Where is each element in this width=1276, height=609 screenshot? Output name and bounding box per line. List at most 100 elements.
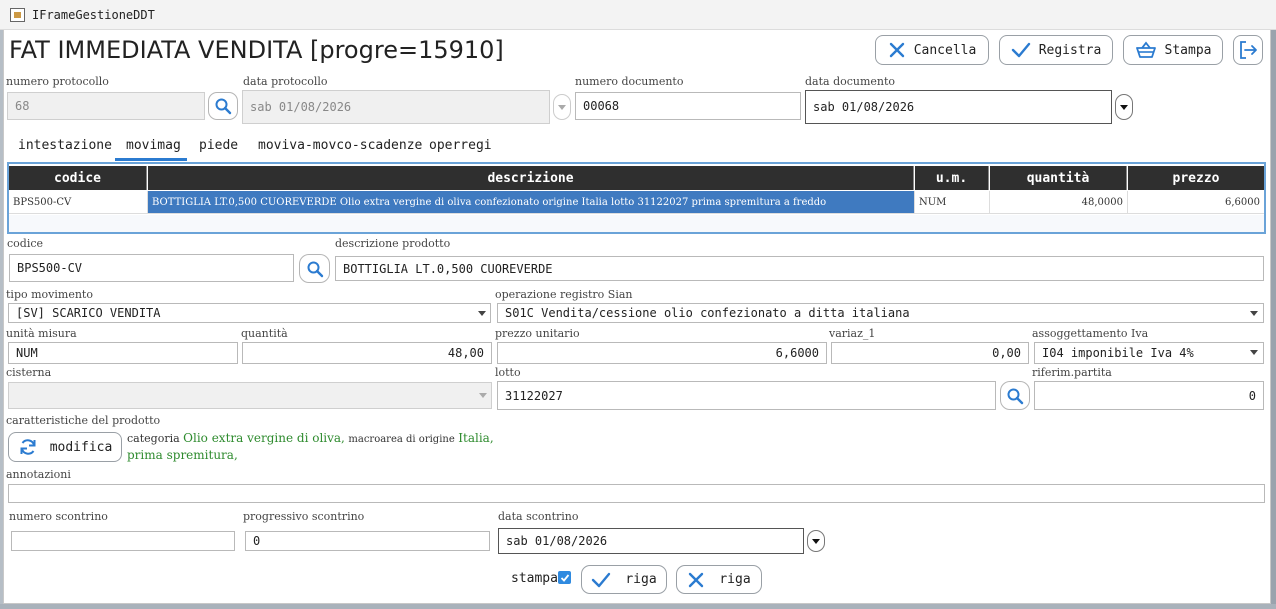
caratteristiche-label: caratteristiche del prodotto [6,414,161,427]
basket-icon [1135,41,1156,58]
data-documento-label: data documento [805,75,896,88]
tipo-movimento-value: [SV] SCARICO VENDITA [16,306,161,320]
tipo-movimento-label: tipo movimento [6,288,93,301]
unita-misura-label: unità misura [6,327,77,340]
unita-misura-field[interactable]: NUM [8,342,238,364]
descrizione-prodotto-label: descrizione prodotto [335,237,451,250]
data-protocollo-dropdown[interactable] [553,94,571,120]
cisterna-label: cisterna [6,366,52,379]
codice-search-button[interactable] [299,254,330,283]
column-header-codice[interactable]: codice [9,166,147,190]
operazione-sian-select[interactable]: S01C Vendita/cessione olio confezionato … [497,303,1264,323]
exit-button[interactable] [1233,35,1263,65]
cisterna-select[interactable] [8,382,492,409]
variaz-1-field[interactable]: 0,00 [831,342,1029,364]
numero-scontrino-label: numero scontrino [9,510,108,523]
app-icon [10,8,25,22]
riferim-partita-field[interactable]: 0 [1034,381,1264,410]
data-protocollo-field[interactable]: sab 01/08/2026 [242,90,550,124]
tipo-movimento-select[interactable]: [SV] SCARICO VENDITA [8,303,491,323]
check-icon [1011,42,1030,58]
codice-label: codice [7,237,44,250]
numero-scontrino-field[interactable] [11,531,235,551]
cancel-button-label: Cancella [913,42,977,58]
background-window [0,604,1276,609]
empty-row [9,215,1264,232]
stampa-checkbox[interactable] [558,571,571,584]
lotto-search-button[interactable] [1000,381,1030,410]
cancel-row-label: riga [719,572,751,587]
assoggettamento-iva-label: assoggettamento Iva [1032,327,1149,340]
exit-icon [1240,41,1257,59]
chevron-down-icon [1250,311,1258,316]
cell-um[interactable]: NUM [915,191,990,214]
protocol-search-button[interactable] [208,92,238,120]
data-documento-field[interactable]: sab 01/08/2026 [805,90,1112,124]
save-button[interactable]: Registra [999,35,1113,65]
active-tab-indicator [115,158,187,161]
operazione-sian-value: S01C Vendita/cessione olio confezionato … [505,306,910,320]
tab-moviva-movco-scadenze[interactable]: moviva-movco-scadenze [258,138,422,153]
cancel-row-button[interactable]: riga [676,565,762,594]
numero-documento-label: numero documento [575,75,684,88]
column-header-um[interactable]: u.m. [915,166,989,190]
cell-prezzo[interactable]: 6,6000 [1128,191,1264,214]
progressivo-scontrino-field[interactable]: 0 [245,531,490,551]
caratteristiche-extra: prima spremitura, [127,448,238,462]
prezzo-unitario-label: prezzo unitario [495,327,580,340]
tab-piede[interactable]: piede [199,138,238,153]
search-icon [1007,388,1024,404]
cell-quantita[interactable]: 48,0000 [990,191,1128,214]
data-scontrino-field[interactable]: sab 01/08/2026 [498,528,804,554]
macroarea-value: Italia, [458,431,494,445]
chevron-down-icon [479,393,487,398]
column-header-descrizione[interactable]: descrizione [148,166,914,190]
cell-descrizione[interactable]: BOTTIGLIA LT.0,500 CUOREVERDE Olio extra… [148,191,915,214]
caratteristiche-line-1: categoria Olio extra vergine di oliva, m… [127,431,494,445]
chevron-down-icon [558,105,566,110]
lotto-field[interactable]: 31122027 [497,381,996,410]
assoggettamento-iva-select[interactable]: I04 imponibile Iva 4% [1034,342,1264,364]
background-window [1271,30,1276,609]
data-protocollo-label: data protocollo [243,75,328,88]
operazione-sian-label: operazione registro Sian [495,288,633,301]
descrizione-prodotto-field[interactable]: BOTTIGLIA LT.0,500 CUOREVERDE [335,256,1264,281]
confirm-row-label: riga [625,572,657,587]
prezzo-unitario-field[interactable]: 6,6000 [497,342,827,364]
macroarea-key: macroarea di origine [348,434,455,445]
quantita-label: quantità [241,327,288,340]
cancel-button[interactable]: Cancella [875,35,989,65]
assoggettamento-iva-value: I04 imponibile Iva 4% [1042,346,1194,360]
chevron-down-icon [478,311,486,316]
confirm-row-button[interactable]: riga [581,565,667,594]
tab-movimag[interactable]: movimag [126,138,181,153]
data-scontrino-label: data scontrino [498,510,579,523]
variaz-1-label: variaz_1 [829,327,876,340]
tab-operregi[interactable]: operregi [429,138,492,153]
close-icon [689,572,704,587]
page-title: FAT IMMEDIATA VENDITA [progre=15910] [9,36,504,64]
print-button[interactable]: Stampa [1123,35,1223,65]
data-documento-dropdown[interactable] [1115,94,1133,120]
numero-protocollo-field[interactable]: 68 [7,92,205,120]
cell-codice[interactable]: BPS500-CV [9,191,148,214]
check-icon [592,572,611,587]
progressivo-scontrino-label: progressivo scontrino [243,510,365,523]
search-icon [215,98,232,115]
window-titlebar[interactable]: IFrameGestioneDDT [0,0,1276,30]
refresh-icon [20,439,36,455]
save-button-label: Registra [1038,42,1102,58]
column-header-quantita[interactable]: quantità [990,166,1127,190]
print-button-label: Stampa [1164,42,1212,58]
numero-documento-field[interactable]: 00068 [575,92,801,120]
tab-intestazione[interactable]: intestazione [18,138,112,153]
movements-table[interactable]: codice descrizione u.m. quantità prezzo … [7,162,1266,234]
codice-field[interactable]: BPS500-CV [9,254,294,282]
quantita-field[interactable]: 48,00 [242,342,492,364]
modifica-button[interactable]: modifica [8,432,122,462]
annotazioni-field[interactable] [8,484,1265,503]
column-header-prezzo[interactable]: prezzo [1128,166,1264,190]
chevron-down-icon [1120,105,1128,110]
categoria-value: Olio extra vergine di oliva, [183,431,345,445]
data-scontrino-dropdown[interactable] [807,530,825,552]
